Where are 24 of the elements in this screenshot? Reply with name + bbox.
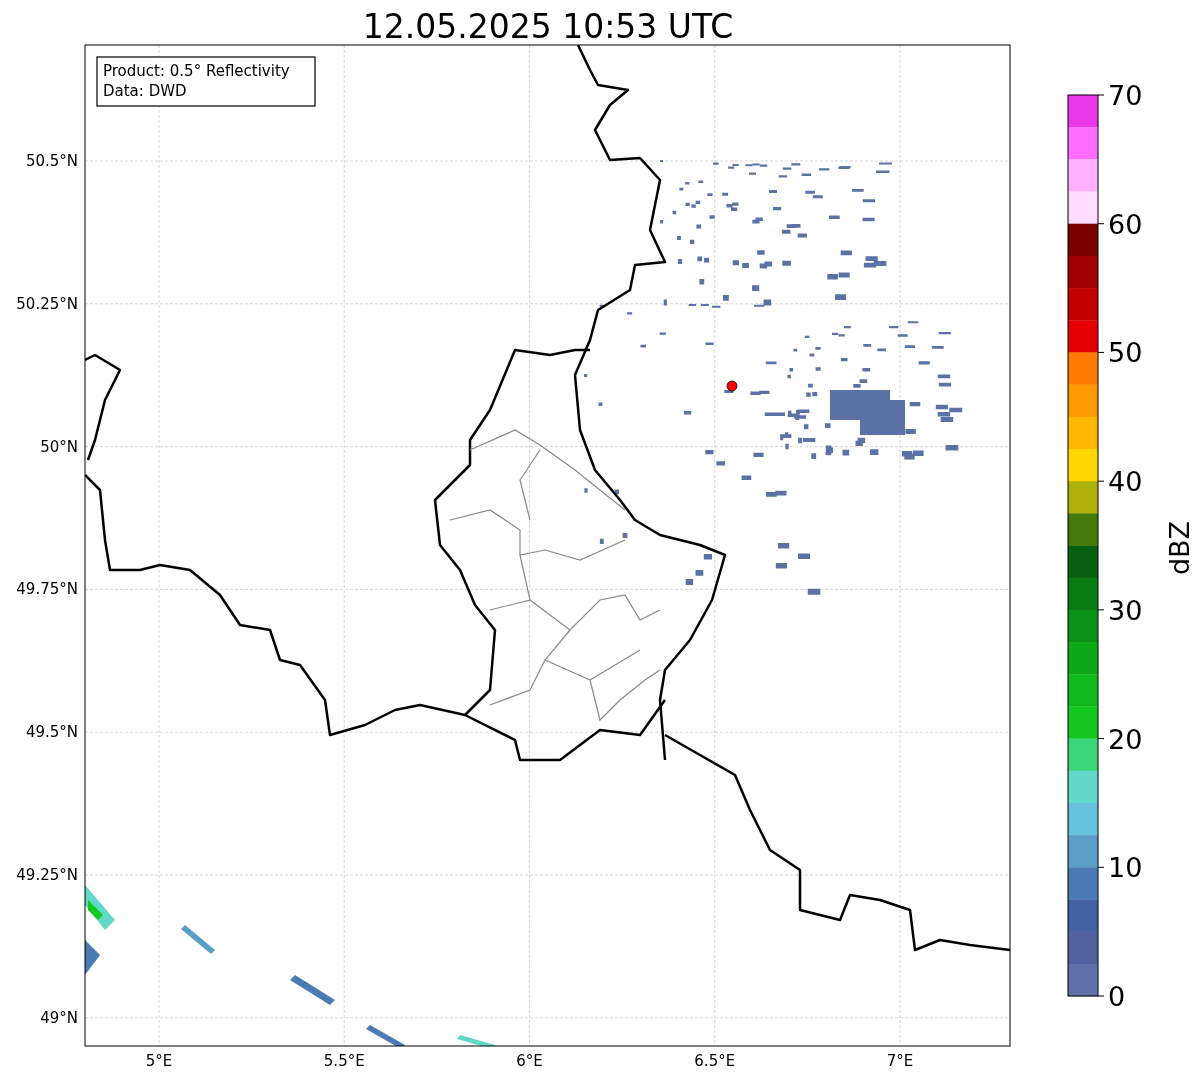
latitude-label: 50.5°N bbox=[25, 152, 78, 170]
longitude-label: 6°E bbox=[516, 1052, 543, 1070]
latitude-label: 49.5°N bbox=[25, 723, 78, 742]
latitude-label: 49.75°N bbox=[16, 580, 78, 599]
longitude-label: 5.5°E bbox=[323, 1052, 365, 1070]
longitude-label: 5°E bbox=[145, 1052, 173, 1070]
colorbar-tick-label: 20 bbox=[1108, 723, 1143, 755]
colorbar-tick-label: 60 bbox=[1108, 208, 1143, 240]
chart-title: 12.05.2025 10:53 UTC bbox=[362, 7, 734, 46]
product-label: Product: 0.5° Reflectivity bbox=[103, 62, 290, 80]
colorbar-tick-label: 30 bbox=[1108, 594, 1143, 626]
longitude-label: 6.5°E bbox=[694, 1052, 736, 1070]
colorbar-tick-label: 70 bbox=[1108, 80, 1143, 111]
colorbar-tick-label: 40 bbox=[1108, 466, 1143, 498]
colorbar-label: dBZ bbox=[1164, 520, 1195, 576]
longitude-label: 7°E bbox=[886, 1052, 914, 1070]
colorbar-tick-label: 0 bbox=[1108, 981, 1126, 1012]
colorbar-tick-label: 10 bbox=[1108, 852, 1143, 884]
colorbar-tick-label: 50 bbox=[1108, 337, 1143, 369]
latitude-label: 49.25°N bbox=[16, 866, 78, 884]
latitude-label: 50.25°N bbox=[16, 294, 78, 313]
latitude-label: 50°N bbox=[40, 437, 78, 456]
latitude-label: 49°N bbox=[40, 1008, 78, 1027]
data-source-label: Data: DWD bbox=[103, 82, 187, 100]
